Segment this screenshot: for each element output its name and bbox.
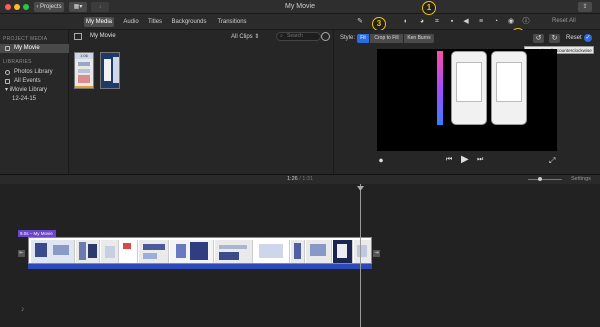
clip-thumbnail-2[interactable] (100, 52, 120, 89)
speed-icon[interactable]: ◔ (492, 18, 500, 26)
chevron-updown-icon: ⇕ (254, 34, 260, 40)
media-browser: My Movie All Clips ⇕ ⌕ Search 1:06 (69, 30, 334, 174)
window-title: My Movie (285, 3, 315, 10)
rotate-left-icon: ↺ (535, 35, 542, 42)
audio-waveform-strip[interactable] (28, 264, 372, 269)
media-tab-bar: My Media Audio Titles Backgrounds Transi… (0, 14, 334, 30)
current-time: 1:26 (286, 176, 298, 182)
stabilization-icon[interactable]: ▪ (448, 18, 456, 26)
callout-1: 1 (422, 1, 436, 15)
music-note-icon: ♪ (21, 306, 25, 313)
callout-3: 3 (372, 17, 386, 31)
style-ken-burns-button[interactable]: Ken Burns (404, 34, 434, 43)
tab-backgrounds[interactable]: Backgrounds (170, 17, 208, 27)
tab-titles[interactable]: Titles (145, 17, 165, 27)
zoom-slider-knob[interactable] (538, 177, 542, 181)
trim-right-icon[interactable]: ⇥ (373, 250, 380, 257)
video-clip-strip[interactable] (28, 237, 372, 264)
timecode: 1:26 / 1:31 (0, 176, 600, 182)
play-icon[interactable]: ▶ (461, 154, 469, 165)
sidebar-item-event[interactable]: 12-24-15 (0, 95, 69, 104)
total-time: 1:31 (302, 176, 314, 182)
rotate-right-icon: ↻ (551, 35, 558, 42)
search-input[interactable]: ⌕ Search (276, 32, 321, 41)
clip-filter-icon[interactable]: ◉ (507, 18, 515, 26)
events-icon (5, 79, 10, 84)
viewer: Style: Fit Crop to Fill Ken Burns ↺ ↻ Re… (334, 30, 600, 174)
info-icon[interactable]: ⓘ (522, 18, 530, 26)
tab-audio[interactable]: Audio (120, 17, 142, 27)
magic-wand-icon[interactable]: ✎ (356, 18, 364, 26)
preview-phone-right (491, 51, 527, 125)
library-sidebar: PROJECT MEDIA My Movie LIBRARIES Photos … (0, 30, 69, 174)
photos-icon (5, 70, 10, 75)
time-separator: / (299, 176, 301, 182)
playhead[interactable] (360, 184, 361, 327)
style-crop-to-fill-button[interactable]: Crop to Fill (370, 34, 403, 43)
share-button[interactable]: ⇪ (578, 2, 592, 12)
share-icon: ⇪ (582, 4, 588, 10)
tab-transitions[interactable]: Transitions (214, 17, 250, 27)
preview-phone-left (451, 51, 487, 125)
skip-forward-icon[interactable]: ⏭ (477, 156, 483, 164)
microphone-icon[interactable]: ⏺ (379, 156, 383, 166)
sidebar-item-imovie-library[interactable]: ▾ iMovie Library (0, 86, 69, 95)
sidebar-item-all-events[interactable]: All Events (0, 77, 69, 86)
zoom-slider[interactable] (528, 177, 562, 181)
gear-icon[interactable] (321, 32, 330, 41)
crop-icon[interactable]: ⌗ (433, 18, 441, 26)
sidebar-item-my-movie[interactable]: My Movie (0, 44, 69, 53)
browser-title: My Movie (90, 33, 116, 39)
reset-all-button[interactable]: Reset All (552, 18, 576, 24)
timeline-header: 1:26 / 1:31 Settings (0, 174, 600, 184)
color-balance-icon[interactable]: ◐ (402, 18, 410, 26)
skip-back-icon[interactable]: ⏮ (446, 156, 452, 164)
sidebar-toggle-icon[interactable] (74, 33, 82, 40)
tab-my-media[interactable]: My Media (84, 17, 114, 27)
clips-filter-select[interactable]: All Clips ⇕ (231, 33, 259, 40)
noise-reduction-icon[interactable]: ≡ (477, 18, 485, 26)
color-correction-icon[interactable]: ◕ (418, 18, 426, 26)
disclosure-triangle-icon: ▾ (5, 87, 9, 93)
sidebar-item-photos-library[interactable]: Photos Library (0, 68, 69, 77)
title-bar: ‹ Projects ▦▾ ↓ My Movie ⇪ (0, 0, 600, 14)
volume-icon[interactable]: ◀ (462, 18, 470, 26)
style-fit-button[interactable]: Fit (357, 34, 369, 43)
rotate-clockwise-button[interactable]: ↻ (549, 34, 560, 43)
libraries-header: LIBRARIES (3, 59, 32, 65)
search-icon: ⌕ (280, 33, 283, 39)
project-icon (5, 46, 10, 51)
reset-button[interactable]: Reset (566, 35, 582, 41)
style-label: Style: (340, 35, 356, 41)
trim-left-icon[interactable]: ⇤ (18, 250, 25, 257)
clip-thumbnail-1[interactable]: 1:06 (74, 52, 94, 89)
project-media-header: PROJECT MEDIA (3, 36, 48, 42)
video-preview[interactable] (377, 49, 557, 151)
apply-checkmark-icon[interactable]: ✓ (584, 34, 592, 42)
settings-button[interactable]: Settings (571, 176, 591, 182)
project-label: 9.0s – My Movie (18, 230, 56, 237)
preview-frame-strip (437, 51, 443, 125)
rotate-counterclockwise-button[interactable]: ↺ (533, 34, 544, 43)
fullscreen-icon[interactable]: ⤢ (549, 156, 555, 166)
thumb-duration: 1:06 (75, 53, 93, 59)
